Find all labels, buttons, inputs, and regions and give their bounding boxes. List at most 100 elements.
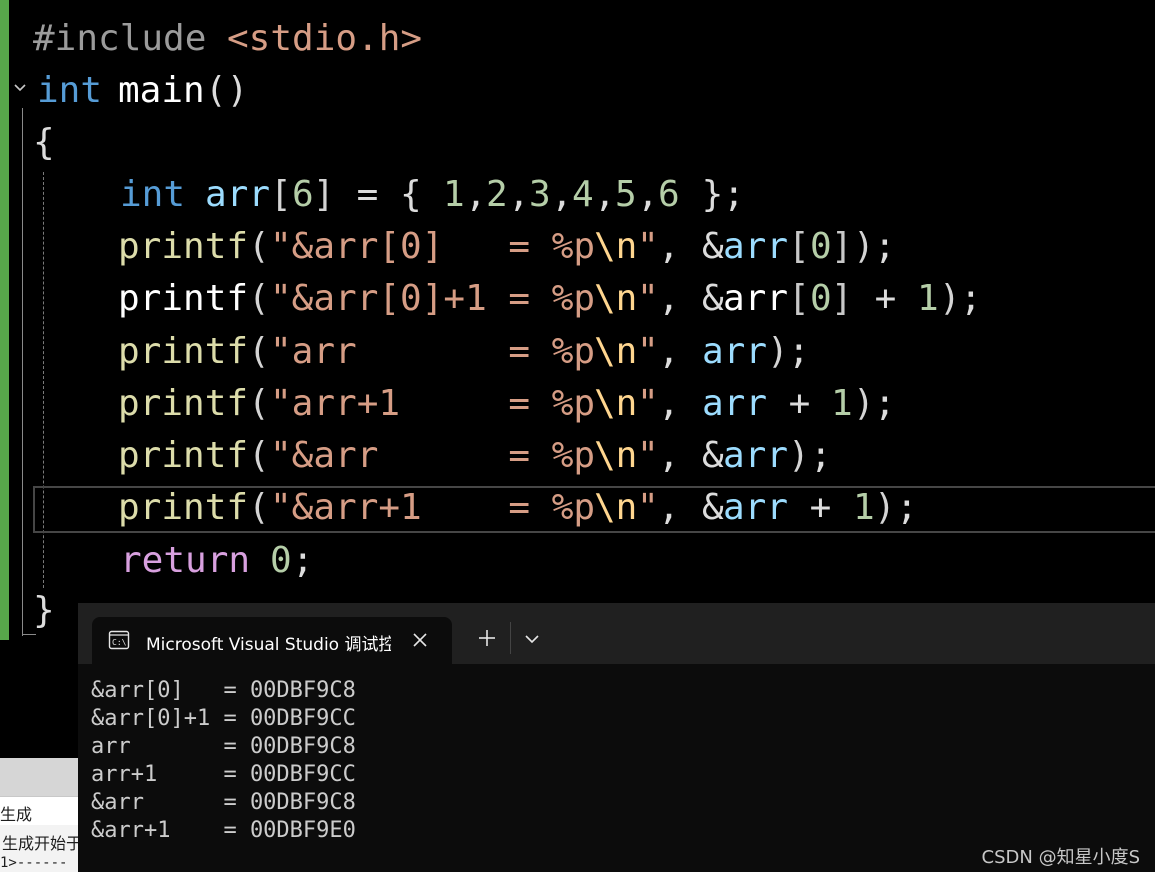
terminal-title-bar[interactable]: C:\ Microsoft Visual Studio 调试控制台 [78, 603, 1155, 664]
number-literal: 0 [810, 226, 832, 267]
output-tab-build[interactable]: 生成 [0, 796, 80, 825]
paren: ( [248, 331, 270, 372]
number-literal: 1 [853, 487, 875, 528]
number-literal: 2 [486, 174, 508, 215]
assignment: = [335, 174, 401, 215]
variable-arr: arr [702, 331, 768, 372]
semicolon: ; [896, 487, 918, 528]
escape-sequence: \n [594, 278, 638, 319]
terminal-output[interactable]: &arr[0] = 00DBF9C8 &arr[0]+1 = 00DBF9CC … [78, 664, 1155, 872]
debug-console-window[interactable]: C:\ Microsoft Visual Studio 调试控制台 &arr[0… [78, 603, 1155, 872]
string-quote: " [637, 435, 659, 476]
bracket: [ [788, 278, 810, 319]
close-icon[interactable] [412, 632, 428, 648]
semicolon: ; [788, 331, 810, 372]
semicolon: ; [960, 278, 982, 319]
variable-arr: arr [723, 278, 789, 319]
plus-icon[interactable] [476, 627, 498, 649]
plus-operator: + [853, 278, 919, 319]
keyword-int: int [120, 174, 186, 215]
string-quote: " [637, 278, 659, 319]
output-pane-header [0, 758, 80, 796]
variable-arr: arr [723, 435, 789, 476]
paren: ( [248, 226, 270, 267]
variable-arr: arr [723, 487, 789, 528]
semicolon: ; [810, 435, 832, 476]
comma: , [658, 435, 702, 476]
string-quote: " [637, 383, 659, 424]
paren: ) [788, 435, 810, 476]
address-operator: & [702, 435, 724, 476]
comma: , [465, 174, 487, 215]
code-line-printf-2: printf ( "&arr[0]+1 = %p \n " , & arr [ … [0, 273, 982, 325]
code-line-printf-6: printf ( "&arr+1 = %p \n " , & arr + 1 )… [0, 482, 918, 534]
variable-arr: arr [205, 174, 271, 215]
console-output-line: &arr+1 = 00DBF9E0 [91, 818, 356, 843]
terminal-tab[interactable]: C:\ Microsoft Visual Studio 调试控制台 [92, 617, 452, 664]
console-output-line: &arr[0] = 00DBF9C8 [91, 678, 356, 703]
output-pane: 生成 生成开始于 1>------ [0, 758, 83, 872]
screenshot-root: #include <stdio.h> int main () { int arr… [0, 0, 1155, 872]
comma: , [658, 383, 702, 424]
code-editor[interactable]: #include <stdio.h> int main () { int arr… [0, 0, 1155, 640]
function-printf: printf [118, 383, 249, 424]
parentheses: () [205, 70, 249, 111]
bracket: [ [270, 174, 292, 215]
code-line-array-declaration: int arr [ 6 ] = { 1 , 2 , 3 , 4 , 5 , 6 … [0, 169, 745, 221]
code-line-return: return 0 ; [0, 535, 314, 587]
comma: , [594, 174, 616, 215]
comma: , [637, 174, 659, 215]
number-literal: 0 [810, 278, 832, 319]
comma: , [658, 487, 702, 528]
variable-arr: arr [723, 226, 789, 267]
paren: ( [248, 383, 270, 424]
number-literal: 6 [292, 174, 314, 215]
paren: ( [248, 278, 270, 319]
function-name-main: main [118, 70, 205, 111]
number-literal: 5 [615, 174, 637, 215]
string-quote: " [637, 331, 659, 372]
string-literal: "arr+1 = %p [270, 383, 596, 424]
console-output-line: &arr[0]+1 = 00DBF9CC [91, 706, 356, 731]
brace: { [400, 174, 422, 215]
paren: ( [248, 487, 270, 528]
include-header: <stdio.h> [227, 18, 423, 59]
code-line-main-signature: int main () [0, 65, 248, 117]
output-line: 1>------ [0, 855, 68, 871]
code-line-printf-3: printf ( "arr = %p \n " , arr ) ; [0, 326, 810, 378]
variable-arr: arr [702, 383, 768, 424]
plus-operator: + [767, 383, 833, 424]
terminal-icon: C:\ [108, 630, 130, 650]
bracket: ] [831, 226, 853, 267]
chevron-down-icon[interactable] [524, 633, 540, 645]
paren: ) [939, 278, 961, 319]
bracket: [ [788, 226, 810, 267]
semicolon: ; [874, 383, 896, 424]
function-printf: printf [118, 278, 249, 319]
close-brace: } [33, 590, 55, 631]
number-literal: 4 [572, 174, 594, 215]
svg-text:C:\: C:\ [112, 638, 127, 647]
string-quote: " [637, 226, 659, 267]
escape-sequence: \n [594, 226, 638, 267]
output-line: 生成开始于 [2, 834, 83, 853]
semicolon: ; [874, 226, 896, 267]
escape-sequence: \n [594, 487, 638, 528]
comma: , [508, 174, 530, 215]
escape-sequence: \n [594, 383, 638, 424]
preprocessor-directive: #include [33, 18, 207, 59]
code-line-printf-1: printf ( "&arr[0] = %p \n " , & arr [ 0 … [0, 221, 896, 273]
string-literal: "arr = %p [270, 331, 596, 372]
code-line-open-brace: { [0, 117, 130, 169]
paren: ) [853, 383, 875, 424]
string-literal: "&arr[0]+1 = %p [270, 278, 596, 319]
paren: ) [874, 487, 896, 528]
number-literal: 3 [529, 174, 551, 215]
bracket: ] [313, 174, 335, 215]
function-printf: printf [118, 435, 249, 476]
comma: , [658, 226, 702, 267]
comma: , [658, 278, 702, 319]
bracket: ] [831, 278, 853, 319]
number-literal: 1 [917, 278, 939, 319]
paren: ) [767, 331, 789, 372]
